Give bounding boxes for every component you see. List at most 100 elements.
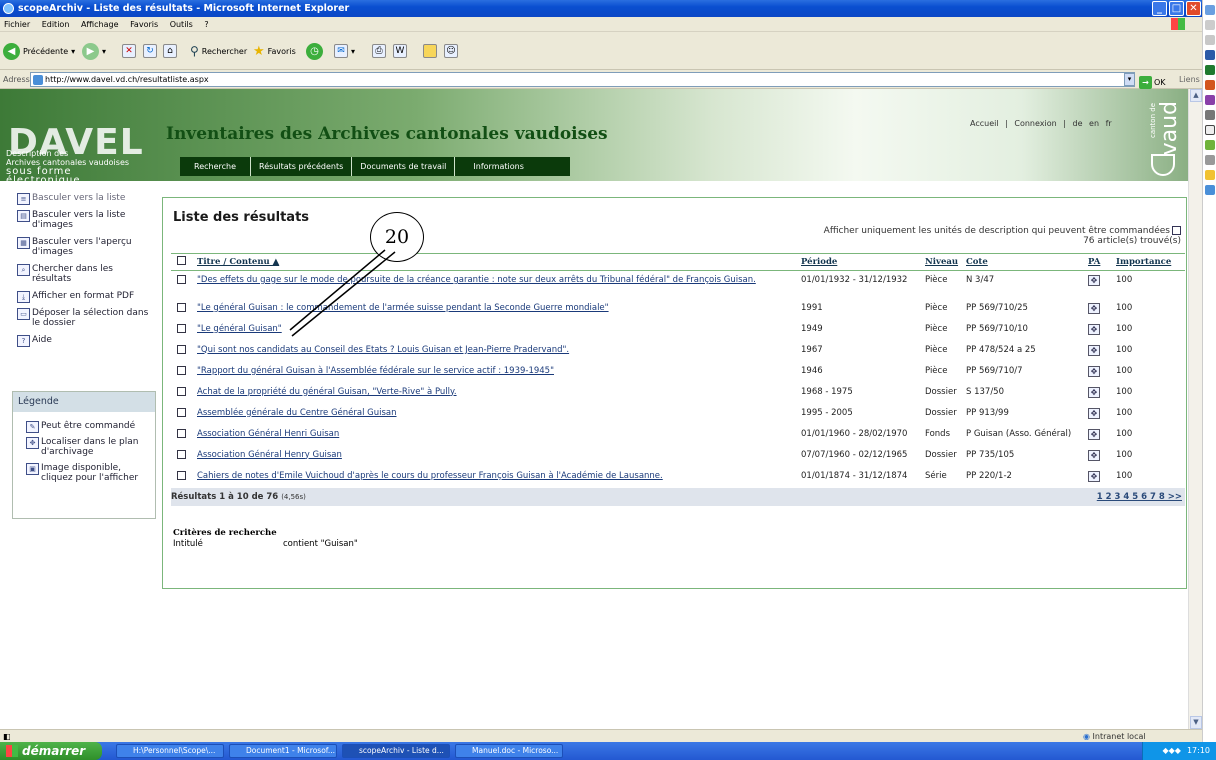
locate-icon[interactable]: ✥ — [1088, 386, 1100, 398]
excel-icon[interactable] — [1205, 65, 1215, 75]
scroll-down-icon[interactable]: ▼ — [1190, 716, 1202, 729]
folder-icon[interactable] — [1205, 170, 1215, 180]
vertical-scrollbar[interactable]: ▲ ▼ — [1188, 89, 1202, 729]
row-checkbox[interactable] — [177, 470, 186, 480]
row-checkbox[interactable] — [177, 323, 186, 333]
nav-recherche[interactable]: Recherche — [180, 157, 252, 176]
sidebar-item-apercu-images[interactable]: ▦ Basculer vers l'aperçu d'images — [12, 237, 152, 257]
menu-edition[interactable]: Edition — [42, 20, 70, 29]
sidebar-item-pdf[interactable]: ⤓ Afficher en format PDF — [12, 291, 152, 303]
sidebar-item-aide[interactable]: ? Aide — [12, 335, 152, 347]
col-periode[interactable]: Période — [801, 253, 925, 271]
pagination[interactable]: 1 2 3 4 5 6 7 8 >> — [801, 487, 1185, 506]
edit-button[interactable]: W — [393, 42, 407, 60]
home-button[interactable]: ⌂ — [163, 42, 177, 60]
row-checkbox[interactable] — [177, 428, 186, 438]
col-niveau[interactable]: Niveau — [925, 253, 966, 271]
locate-icon[interactable]: ✥ — [1088, 344, 1100, 356]
menu-fichier[interactable]: Fichier — [4, 20, 30, 29]
address-dropdown-icon[interactable]: ▾ — [1124, 73, 1135, 86]
row-checkbox[interactable] — [177, 302, 186, 312]
nav-informations[interactable]: Informations — [455, 157, 549, 176]
result-title-link[interactable]: Association Général Henry Guisan — [197, 450, 342, 460]
window-icon[interactable] — [1205, 125, 1215, 135]
locate-icon[interactable]: ✥ — [1088, 302, 1100, 314]
sidebar-item-chercher[interactable]: ⌕ Chercher dans les résultats — [12, 264, 152, 284]
lang-fr-link[interactable]: fr — [1106, 119, 1112, 128]
outlook-icon[interactable] — [1205, 110, 1215, 120]
result-title-link[interactable]: Cahiers de notes d'Emile Vuichoud d'aprè… — [197, 471, 663, 481]
locate-icon[interactable]: ✥ — [1088, 323, 1100, 335]
locate-icon[interactable]: ✥ — [1088, 365, 1100, 377]
ie-links-icon[interactable] — [1205, 5, 1215, 15]
folder-button[interactable] — [423, 42, 437, 60]
locate-icon[interactable]: ✥ — [1088, 428, 1100, 440]
task-scopearchiv[interactable]: scopeArchiv - Liste d... — [342, 744, 450, 758]
row-checkbox[interactable] — [177, 344, 186, 354]
filter-checkbox[interactable] — [1172, 226, 1181, 235]
locate-icon[interactable]: ✥ — [1088, 275, 1100, 286]
minimize-button[interactable]: _ — [1152, 1, 1167, 16]
favorites-button[interactable]: ★ Favoris — [253, 42, 296, 60]
row-checkbox[interactable] — [177, 275, 186, 284]
mail-button[interactable]: ✉ ▾ — [334, 42, 355, 60]
result-title-link[interactable]: Achat de la propriété du général Guisan,… — [197, 387, 457, 397]
globe-icon[interactable] — [1205, 185, 1215, 195]
refresh-button[interactable]: ↻ — [143, 42, 157, 60]
maximize-button[interactable]: □ — [1169, 1, 1184, 16]
messenger-button[interactable]: ☺ — [444, 42, 458, 60]
history-button[interactable]: ◷ — [306, 42, 323, 60]
stop-button[interactable]: ✕ — [122, 42, 136, 60]
sidebar-item-liste[interactable]: ≡ Basculer vers la liste — [12, 193, 152, 205]
back-button[interactable]: ◀ Précédente ▾ — [3, 42, 75, 60]
forward-button[interactable]: ▶ ▾ — [82, 42, 106, 60]
locate-icon[interactable]: ✥ — [1088, 407, 1100, 419]
row-checkbox[interactable] — [177, 365, 186, 375]
menu-affichage[interactable]: Affichage — [81, 20, 119, 29]
powerpoint-icon[interactable] — [1205, 80, 1215, 90]
result-title-link[interactable]: Assemblée générale du Centre Général Gui… — [197, 408, 397, 418]
start-button[interactable]: démarrer — [0, 742, 102, 760]
menu-help[interactable]: ? — [204, 20, 208, 29]
result-title-link[interactable]: "Le général Guisan : le commandement de … — [197, 303, 609, 313]
col-titre[interactable]: Titre / Contenu ▲ — [197, 253, 801, 271]
plant-icon[interactable] — [1205, 140, 1215, 150]
tool-icon[interactable] — [1205, 20, 1215, 30]
address-input[interactable]: http://www.davel.vd.ch/resultatliste.asp… — [30, 72, 1135, 87]
scroll-up-icon[interactable]: ▲ — [1190, 89, 1202, 102]
result-title-link[interactable]: "Le général Guisan" — [197, 324, 282, 334]
tool-icon[interactable] — [1205, 35, 1215, 45]
search-button[interactable]: ⚲ Rechercher — [190, 42, 247, 60]
nav-resultats-precedents[interactable]: Résultats précédents — [251, 157, 353, 176]
sidebar-item-deposer[interactable]: ▭ Déposer la sélection dans le dossier — [12, 308, 152, 328]
access-icon[interactable] — [1205, 95, 1215, 105]
select-all-checkbox[interactable] — [177, 256, 186, 265]
word-icon[interactable] — [1205, 50, 1215, 60]
sidebar-item-liste-images[interactable]: ▤ Basculer vers la liste d'images — [12, 210, 152, 230]
lang-en-link[interactable]: en — [1089, 119, 1099, 128]
result-title-link[interactable]: "Rapport du général Guisan à l'Assemblée… — [197, 366, 554, 376]
result-title-link[interactable]: "Des effets du gage sur le mode de pours… — [197, 275, 756, 285]
tool-icon[interactable] — [1205, 155, 1215, 165]
home-link[interactable]: Accueil — [970, 119, 999, 128]
col-pa[interactable]: PA — [1088, 253, 1116, 271]
menu-outils[interactable]: Outils — [170, 20, 193, 29]
result-title-link[interactable]: Association Général Henri Guisan — [197, 429, 339, 439]
lang-de-link[interactable]: de — [1073, 119, 1083, 128]
login-link[interactable]: Connexion — [1014, 119, 1056, 128]
task-manuel[interactable]: Manuel.doc - Microso... — [455, 744, 563, 758]
col-cote[interactable]: Cote — [966, 253, 1088, 271]
nav-documents-travail[interactable]: Documents de travail — [352, 157, 456, 176]
row-checkbox[interactable] — [177, 407, 186, 417]
row-checkbox[interactable] — [177, 386, 186, 396]
col-importance[interactable]: Importance — [1116, 253, 1185, 271]
task-explorer[interactable]: H:\Personnel\Scope\... — [116, 744, 224, 758]
row-checkbox[interactable] — [177, 449, 186, 459]
task-document1[interactable]: Document1 - Microsof... — [229, 744, 337, 758]
locate-icon[interactable]: ✥ — [1088, 470, 1100, 482]
result-title-link[interactable]: "Qui sont nos candidats au Conseil des E… — [197, 345, 569, 355]
close-button[interactable]: ✕ — [1186, 1, 1201, 16]
menu-favoris[interactable]: Favoris — [130, 20, 158, 29]
print-button[interactable]: ⎙ — [372, 42, 386, 60]
locate-icon[interactable]: ✥ — [1088, 449, 1100, 461]
